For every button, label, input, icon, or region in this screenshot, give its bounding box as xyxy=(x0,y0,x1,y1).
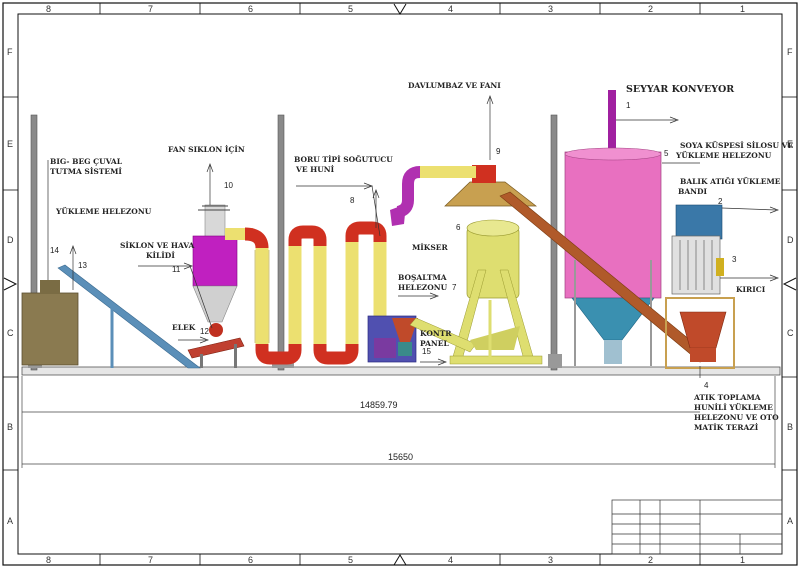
label-atik-2: HUNİLİ YÜKLEME xyxy=(694,403,773,412)
col-label: 7 xyxy=(148,4,153,14)
label-elek: ELEK xyxy=(172,323,196,332)
callout-5: 5 xyxy=(664,149,669,158)
label-balik-1: BALIK ATIĞI YÜKLEME xyxy=(680,177,781,186)
col-label: 3 xyxy=(548,555,553,565)
callout-12: 12 xyxy=(200,327,209,336)
control-panel xyxy=(367,315,418,363)
dimension-inner: 14859.79 xyxy=(360,400,398,410)
row-label: A xyxy=(7,516,13,526)
row-label: C xyxy=(7,328,14,338)
big-bag-tank xyxy=(21,280,79,366)
row-label: E xyxy=(7,139,13,149)
label-davlumbaz: DAVLUMBAZ VE FANI xyxy=(408,81,501,90)
col-label: 2 xyxy=(648,555,653,565)
label-balik-2: BANDI xyxy=(678,187,708,196)
label-kirici: KIRICI xyxy=(736,285,766,294)
callout-11: 11 xyxy=(172,265,181,274)
label-bigbeg-1: BIG- BEG ÇUVAL xyxy=(50,157,123,166)
col-label: 6 xyxy=(248,555,253,565)
col-label: 3 xyxy=(548,4,553,14)
label-yukleme-helezonu: YÜKLEME HELEZONU xyxy=(55,207,152,216)
callout-7: 7 xyxy=(452,283,457,292)
col-label: 5 xyxy=(348,555,353,565)
label-seyyar-konveyor: SEYYAR KONVEYOR xyxy=(626,84,734,95)
row-label: B xyxy=(787,422,793,432)
callout-8: 8 xyxy=(350,196,355,205)
label-atik-3: HELEZONU VE OTO xyxy=(694,413,779,422)
callout-1: 1 xyxy=(626,101,631,110)
callout-14: 14 xyxy=(50,246,59,255)
label-kontr-1: KONTR xyxy=(420,329,452,338)
row-label: C xyxy=(787,328,794,338)
callout-9: 9 xyxy=(496,147,501,156)
col-label: 2 xyxy=(648,4,653,14)
row-label: F xyxy=(787,47,793,57)
col-label: 1 xyxy=(740,4,745,14)
callout-4: 4 xyxy=(704,381,709,390)
row-label: F xyxy=(7,47,13,57)
col-label: 8 xyxy=(46,4,51,14)
callout-2: 2 xyxy=(718,197,723,206)
callout-3: 3 xyxy=(732,255,737,264)
label-bigbeg-2: TUTMA SİSTEMİ xyxy=(50,167,122,176)
col-label: 5 xyxy=(348,4,353,14)
col-label: 4 xyxy=(448,555,453,565)
technical-drawing: 8 7 6 5 4 3 2 1 8 7 6 5 4 3 2 1 F E D C … xyxy=(2,2,798,566)
callout-15: 15 xyxy=(422,347,431,356)
dimension-overall: 15650 xyxy=(388,452,413,462)
col-label: 6 xyxy=(248,4,253,14)
col-label: 7 xyxy=(148,555,153,565)
label-siklon-2: KİLİDİ xyxy=(146,251,175,260)
label-bosaltma-1: BOŞALTMA xyxy=(398,273,447,282)
label-soya-1: SOYA KÜSPESİ SİLOSU VE xyxy=(680,141,793,150)
label-bosaltma-2: HELEZONU xyxy=(398,283,448,292)
label-kontr-2: PANEL xyxy=(420,339,449,348)
col-label: 8 xyxy=(46,555,51,565)
label-boru-1: BORU TİPİ SOĞUTUCU xyxy=(294,155,393,164)
label-boru-2: VE HUNİ xyxy=(295,165,335,174)
label-atik-4: MATİK TERAZİ xyxy=(694,423,759,432)
row-label: A xyxy=(787,516,793,526)
label-soya-2: YÜKLEME HELEZONU xyxy=(675,151,772,160)
row-label: B xyxy=(7,422,13,432)
callout-13: 13 xyxy=(78,261,87,270)
label-atik-1: ATIK TOPLAMA xyxy=(693,393,761,402)
callout-6: 6 xyxy=(456,223,461,232)
row-label: D xyxy=(787,235,794,245)
label-mikser: MİKSER xyxy=(412,243,448,252)
callout-10: 10 xyxy=(224,181,233,190)
col-label: 4 xyxy=(448,4,453,14)
label-siklon-1: SİKLON VE HAVA xyxy=(120,241,194,250)
row-label: D xyxy=(7,235,14,245)
label-fan-siklon: FAN SIKLON İÇİN xyxy=(168,145,245,154)
fish-waste-belt xyxy=(671,204,724,295)
col-label: 1 xyxy=(740,555,745,565)
